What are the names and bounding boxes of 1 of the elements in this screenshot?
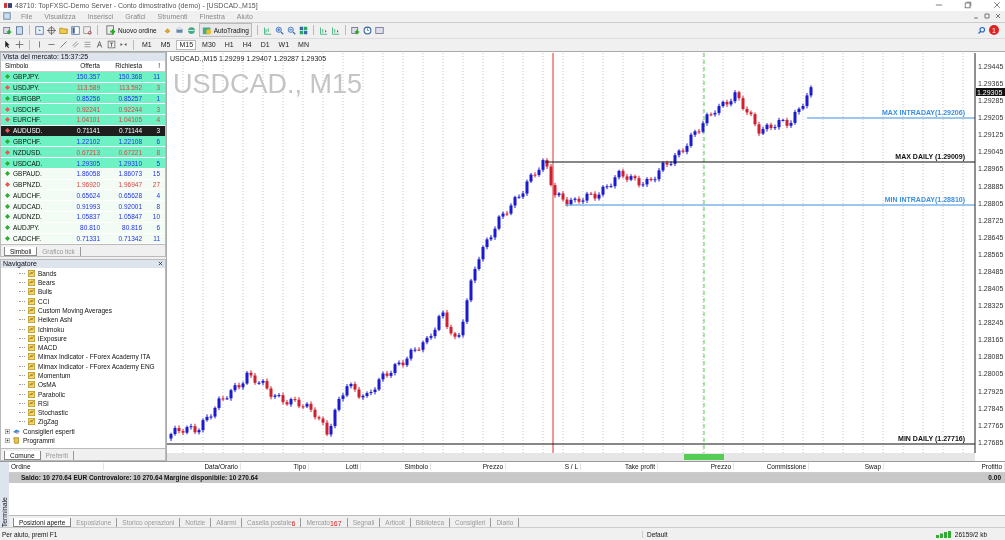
- chart-title: USDCAD., M15: [173, 68, 363, 99]
